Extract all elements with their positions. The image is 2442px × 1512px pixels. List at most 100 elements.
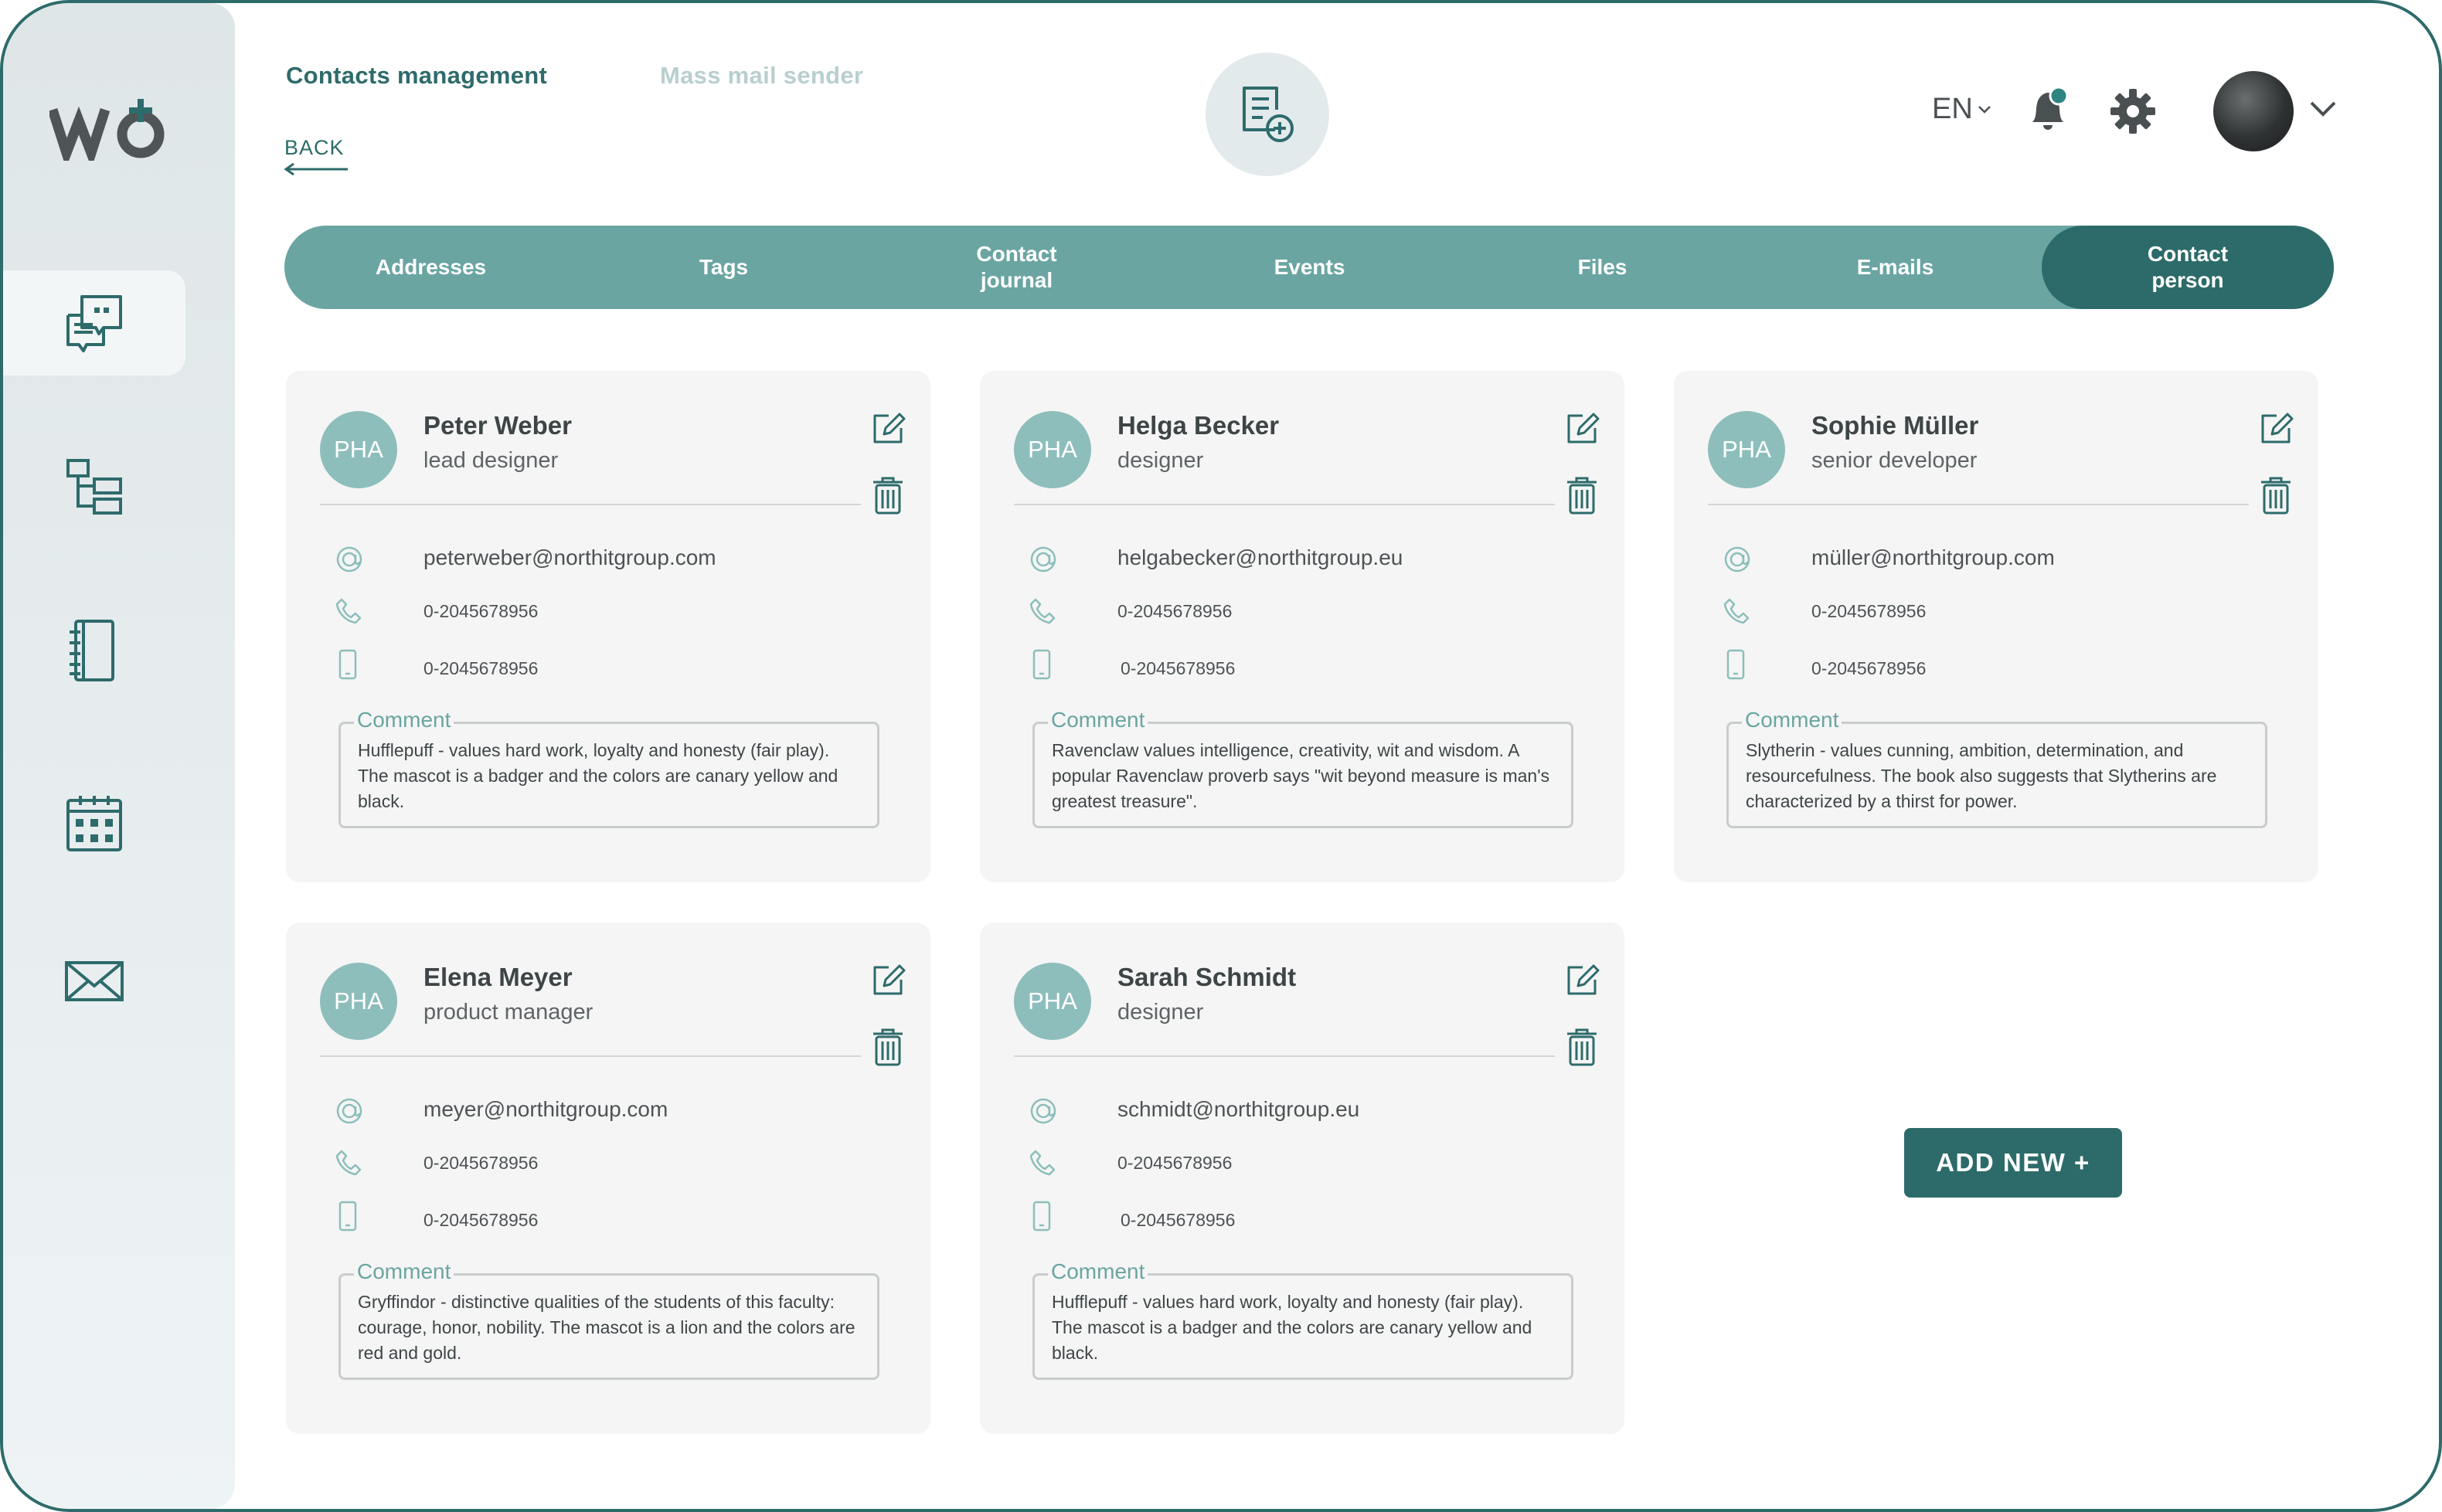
- tab-contact-person[interactable]: Contact person: [2042, 226, 2334, 309]
- comment-box[interactable]: Hufflepuff - values hard work, loyalty a…: [1032, 1273, 1573, 1380]
- wo-logo: [49, 99, 165, 161]
- contact-role: designer: [1117, 1000, 1204, 1024]
- at-icon: [1724, 546, 1750, 573]
- back-link[interactable]: BACK: [284, 136, 345, 160]
- trash-icon[interactable]: [1566, 476, 1598, 515]
- contact-email[interactable]: schmidt@northitgroup.eu: [1117, 1097, 1359, 1122]
- contact-role: lead designer: [423, 448, 559, 473]
- back-arrow-icon[interactable]: [283, 162, 349, 176]
- avatar: PHA: [320, 411, 397, 488]
- mobile-icon: [1726, 649, 1745, 680]
- section-tabs: Addresses Tags Contact journal Events Fi…: [284, 226, 2334, 309]
- avatar: PHA: [1014, 963, 1091, 1040]
- contact-mobile[interactable]: 0-2045678956: [1121, 1210, 1235, 1231]
- edit-icon[interactable]: [870, 411, 906, 447]
- tab-contact-journal[interactable]: Contact journal: [870, 226, 1163, 309]
- at-icon: [1030, 1098, 1056, 1124]
- contact-mobile[interactable]: 0-2045678956: [1121, 658, 1235, 679]
- calendar-icon: [66, 796, 122, 851]
- comment-box[interactable]: Gryffindor - distinctive qualities of th…: [338, 1273, 879, 1380]
- contact-phone[interactable]: 0-2045678956: [1117, 1153, 1232, 1174]
- sidebar: [3, 3, 235, 1509]
- chevron-down-icon[interactable]: [2309, 100, 2337, 117]
- edit-icon[interactable]: [1564, 963, 1600, 998]
- comment-label: Comment: [1048, 708, 1148, 732]
- mobile-icon: [338, 1201, 357, 1232]
- nav-notebook[interactable]: [3, 598, 185, 703]
- nav-calendar[interactable]: [3, 771, 185, 876]
- language-selector[interactable]: EN: [1932, 93, 1991, 126]
- tab-contacts-management[interactable]: Contacts management: [286, 62, 547, 90]
- contact-email[interactable]: meyer@northitgroup.com: [423, 1097, 668, 1122]
- tab-addresses[interactable]: Addresses: [284, 226, 577, 309]
- avatar: PHA: [1708, 411, 1785, 488]
- envelope-icon: [65, 961, 124, 1001]
- contact-email[interactable]: helgabecker@northitgroup.eu: [1117, 545, 1403, 570]
- comment-label: Comment: [1742, 708, 1842, 732]
- gear-icon[interactable]: [2110, 88, 2156, 134]
- comment-label: Comment: [354, 708, 454, 732]
- comment-box[interactable]: Ravenclaw values intelligence, creativit…: [1032, 722, 1573, 828]
- avatar: PHA: [320, 963, 397, 1040]
- new-document-button[interactable]: [1206, 53, 1329, 176]
- contact-role: product manager: [423, 1000, 593, 1024]
- bell-icon[interactable]: [2026, 87, 2070, 133]
- notebook-icon: [70, 620, 114, 681]
- trash-icon[interactable]: [872, 476, 904, 515]
- avatar: PHA: [1014, 411, 1091, 488]
- trash-icon[interactable]: [2260, 476, 2292, 515]
- tab-files[interactable]: Files: [1456, 226, 1749, 309]
- tab-events[interactable]: Events: [1163, 226, 1456, 309]
- add-new-button[interactable]: ADD NEW +: [1904, 1128, 2122, 1198]
- at-icon: [1030, 546, 1056, 573]
- nav-structure[interactable]: [3, 434, 185, 539]
- hierarchy-icon: [66, 459, 122, 515]
- nav-mail[interactable]: [3, 929, 185, 1034]
- divider: [320, 504, 861, 505]
- edit-icon[interactable]: [2258, 411, 2294, 447]
- phone-icon: [1029, 1150, 1056, 1176]
- contact-role: designer: [1117, 448, 1204, 473]
- app-window: Contacts management Mass mail sender BAC…: [0, 0, 2442, 1512]
- mobile-icon: [338, 649, 357, 680]
- chevron-down-icon: [1978, 105, 1991, 114]
- contact-phone[interactable]: 0-2045678956: [1811, 601, 1926, 622]
- divider: [1014, 504, 1555, 505]
- at-icon: [336, 1098, 362, 1124]
- contact-phone[interactable]: 0-2045678956: [423, 1153, 538, 1174]
- trash-icon[interactable]: [872, 1028, 904, 1066]
- edit-icon[interactable]: [1564, 411, 1600, 447]
- contact-name: Sarah Schmidt: [1117, 963, 1297, 991]
- comment-label: Comment: [1048, 1259, 1148, 1284]
- contact-mobile[interactable]: 0-2045678956: [423, 1210, 538, 1231]
- contact-email[interactable]: peterweber@northitgroup.com: [423, 545, 716, 570]
- nav-chat[interactable]: [3, 270, 185, 375]
- phone-icon: [335, 598, 362, 624]
- edit-icon[interactable]: [870, 963, 906, 998]
- contact-mobile[interactable]: 0-2045678956: [423, 658, 538, 679]
- language-code: EN: [1932, 93, 1973, 125]
- divider: [1014, 1055, 1555, 1057]
- mobile-icon: [1032, 1201, 1051, 1232]
- contact-card: PHA Sophie Müller senior developer mülle…: [1674, 371, 2318, 882]
- contact-phone[interactable]: 0-2045678956: [423, 601, 538, 622]
- contact-card: PHA Elena Meyer product manager meyer@no…: [286, 922, 930, 1434]
- contact-phone[interactable]: 0-2045678956: [1117, 601, 1232, 622]
- contact-mobile[interactable]: 0-2045678956: [1811, 658, 1926, 679]
- divider: [1708, 504, 2249, 505]
- tab-mass-mail-sender[interactable]: Mass mail sender: [660, 62, 863, 90]
- contact-card: PHA Peter Weber lead designer peterweber…: [286, 371, 930, 882]
- contact-email[interactable]: müller@northitgroup.com: [1811, 545, 2055, 570]
- trash-icon[interactable]: [1566, 1028, 1598, 1066]
- tab-tags[interactable]: Tags: [577, 226, 870, 309]
- contact-card: PHA Sarah Schmidt designer schmidt@north…: [980, 922, 1624, 1434]
- user-avatar[interactable]: [2213, 71, 2294, 151]
- comment-box[interactable]: Slytherin - values cunning, ambition, de…: [1726, 722, 2267, 828]
- divider: [320, 1055, 861, 1057]
- phone-icon: [1723, 598, 1750, 624]
- comment-label: Comment: [354, 1259, 454, 1284]
- phone-icon: [335, 1150, 362, 1176]
- chat-icon: [66, 295, 122, 352]
- comment-box[interactable]: Hufflepuff - values hard work, loyalty a…: [338, 722, 879, 828]
- tab-emails[interactable]: E-mails: [1749, 226, 2042, 309]
